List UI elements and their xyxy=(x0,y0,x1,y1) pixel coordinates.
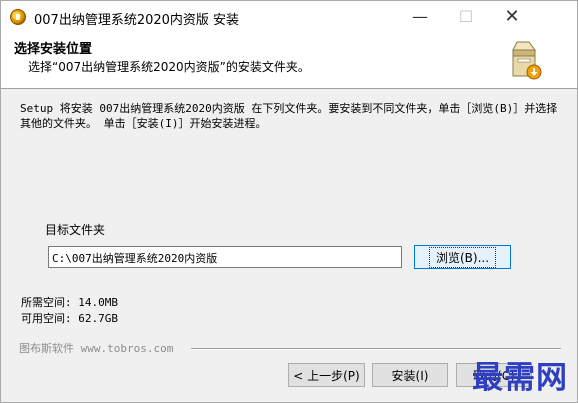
minimize-button[interactable]: — xyxy=(397,1,443,32)
installer-app-icon xyxy=(10,9,26,25)
page-title: 选择安装位置 xyxy=(14,42,93,57)
close-button[interactable]: ✕ xyxy=(489,1,535,32)
browse-button[interactable]: 浏览(B)... xyxy=(414,245,511,269)
installer-window: 007出纳管理系统2020内资版 安装 — ☐ ✕ 选择安装位置 选择“007出… xyxy=(0,0,578,403)
destination-folder-label: 目标文件夹 xyxy=(45,223,106,237)
space-required: 所需空间: 14.0MB xyxy=(21,296,118,309)
space-available: 可用空间: 62.7GB xyxy=(21,312,118,325)
install-description: Setup 将安装 007出纳管理系统2020内资版 在下列文件夹。要安装到不同… xyxy=(20,102,558,130)
browse-button-label: 浏览(B)... xyxy=(428,246,497,268)
site-watermark: 最需网 xyxy=(472,360,568,396)
page-header: 选择安装位置 选择“007出纳管理系统2020内资版”的安装文件夹。 xyxy=(1,32,577,89)
vendor-brand: 图布斯软件 www.tobros.com xyxy=(19,342,174,355)
title-bar[interactable]: 007出纳管理系统2020内资版 安装 — ☐ ✕ xyxy=(1,1,577,32)
install-button[interactable]: 安装(I) xyxy=(372,363,448,387)
back-button[interactable]: < 上一步(P) xyxy=(288,363,365,387)
install-package-icon xyxy=(512,41,542,80)
window-title: 007出纳管理系统2020内资版 安装 xyxy=(34,13,240,28)
maximize-button[interactable]: ☐ xyxy=(443,1,489,32)
footer-divider xyxy=(191,348,561,350)
destination-path-input[interactable]: C:\007出纳管理系统2020内资版 xyxy=(48,246,402,268)
page-subtitle: 选择“007出纳管理系统2020内资版”的安装文件夹。 xyxy=(28,60,310,74)
